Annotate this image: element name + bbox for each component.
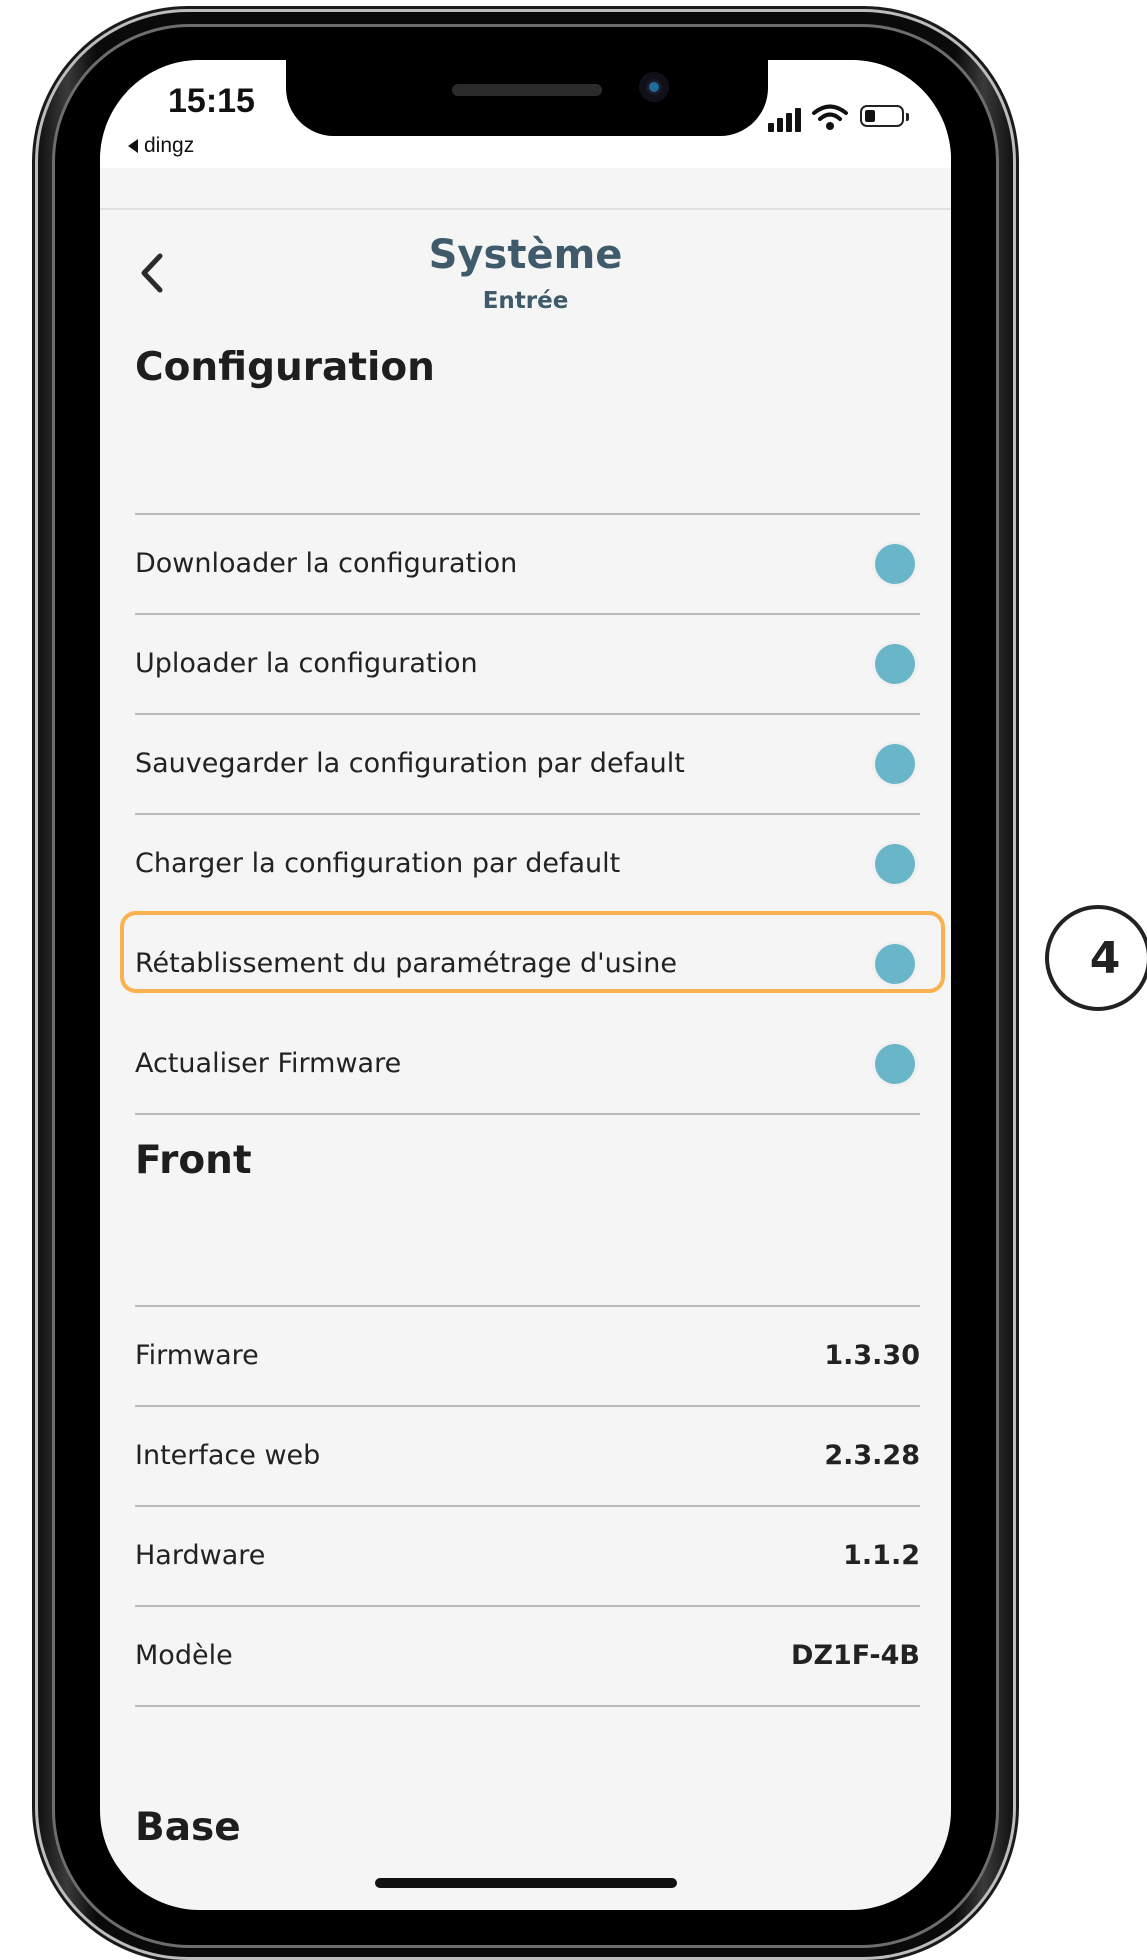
front-camera-icon	[639, 72, 669, 102]
notch	[286, 60, 768, 136]
signal-bar	[777, 118, 783, 132]
row-label: Sauvegarder la configuration par default	[135, 748, 685, 779]
highlight-frame	[120, 911, 945, 993]
info-row-interface-web: Interface web 2.3.28	[135, 1406, 920, 1506]
action-dot-icon[interactable]	[875, 644, 915, 684]
phone-screen: 15:15 dingz Système Entrée Configuration…	[100, 60, 951, 1910]
section-title-front: Front	[135, 1138, 252, 1183]
divider	[135, 1113, 920, 1115]
battery-icon	[860, 105, 909, 127]
row-label: Actualiser Firmware	[135, 1048, 402, 1079]
action-dot-icon[interactable]	[875, 844, 915, 884]
info-row-hardware: Hardware 1.1.2	[135, 1506, 920, 1606]
speaker-grille	[452, 84, 602, 96]
row-value: DZ1F-4B	[791, 1640, 920, 1671]
row-label: Charger la configuration par default	[135, 848, 621, 879]
config-item-upload[interactable]: Uploader la configuration	[135, 614, 920, 714]
action-dot-icon[interactable]	[875, 1044, 915, 1084]
config-item-download[interactable]: Downloader la configuration	[135, 514, 920, 614]
divider	[135, 1705, 920, 1707]
info-row-model: Modèle DZ1F-4B	[135, 1606, 920, 1706]
nav-separator	[100, 208, 951, 210]
row-value: 1.3.30	[824, 1340, 920, 1371]
signal-bar	[795, 108, 801, 132]
row-label: Modèle	[135, 1640, 233, 1671]
wifi-icon	[812, 104, 848, 130]
page-subtitle: Entrée	[482, 288, 569, 314]
action-dot-icon[interactable]	[875, 744, 915, 784]
signal-bar	[786, 113, 792, 132]
back-app-label: dingz	[144, 134, 195, 157]
back-to-app-link[interactable]: dingz	[128, 134, 194, 158]
row-label: Hardware	[135, 1540, 266, 1571]
config-item-save-default[interactable]: Sauvegarder la configuration par default	[135, 714, 920, 814]
back-triangle-icon	[128, 139, 138, 154]
home-indicator[interactable]	[375, 1878, 677, 1888]
action-dot-icon[interactable]	[875, 544, 915, 584]
row-label: Firmware	[135, 1340, 259, 1371]
info-row-firmware: Firmware 1.3.30	[135, 1306, 920, 1406]
row-label: Interface web	[135, 1440, 321, 1471]
section-title-base: Base	[135, 1805, 241, 1850]
signal-bar	[768, 123, 774, 132]
row-value: 1.1.2	[843, 1540, 920, 1571]
status-icons	[768, 102, 909, 132]
row-label: Downloader la configuration	[135, 548, 518, 579]
section-title-configuration: Configuration	[135, 345, 435, 390]
page-title: Système	[428, 232, 623, 278]
status-time: 15:15	[168, 82, 255, 120]
row-label: Uploader la configuration	[135, 648, 478, 679]
config-item-update-firmware[interactable]: Actualiser Firmware	[135, 1014, 920, 1114]
step-number-badge: 4	[1045, 905, 1147, 1011]
config-item-load-default[interactable]: Charger la configuration par default	[135, 814, 920, 914]
row-value: 2.3.28	[824, 1440, 920, 1471]
